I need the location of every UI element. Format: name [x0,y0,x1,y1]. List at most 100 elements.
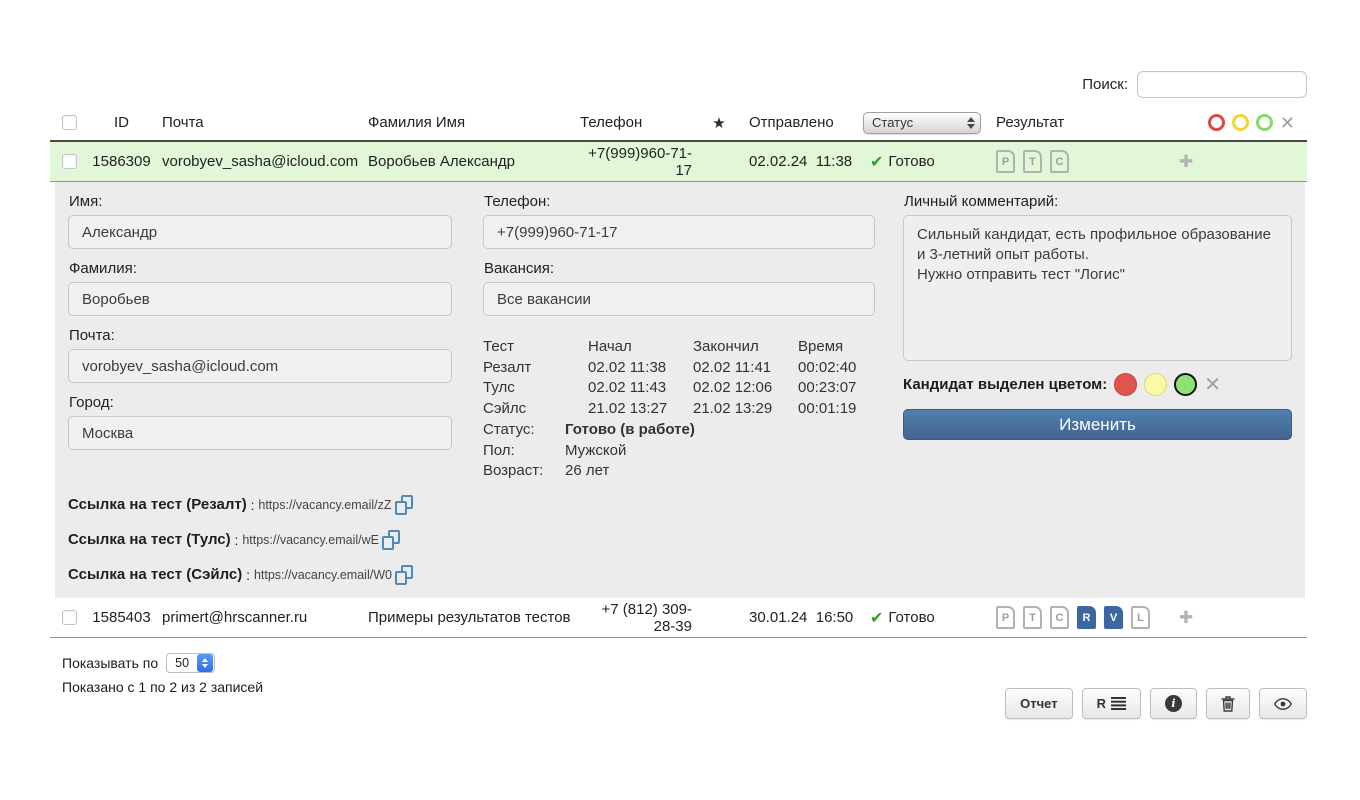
row2-name: Примеры результатов тестов [360,609,572,626]
edit-button[interactable]: Изменить [903,409,1292,440]
test-row-end: 21.02 13:29 [693,399,798,420]
view-button[interactable] [1259,688,1307,719]
test-row-start: 02.02 11:43 [588,378,693,399]
test-link-label: Ссылка на тест (Резалт) [68,496,247,513]
test-row-name: Резалт [483,358,588,379]
candidate-detail-panel: Имя: Фамилия: Почта: Город: Телефон: Вак… [55,182,1305,598]
first-name-field[interactable] [68,215,452,249]
comment-textarea[interactable]: Сильный кандидат, есть профильное образо… [903,215,1292,361]
test-link-url[interactable]: https://vacancy.email/zZ [258,498,391,512]
last-name-field[interactable] [68,282,452,316]
row2-sent: 30.01.24 16:50 [742,609,856,626]
row1-checkbox[interactable] [62,154,77,169]
copy-link-icon[interactable] [395,565,413,585]
city-label: Город: [69,394,452,411]
header-email[interactable]: Почта [155,114,360,131]
test-link-tuls: Ссылка на тест (Тулс) : https://vacancy.… [68,529,413,550]
filter-green-circle-icon[interactable] [1256,114,1273,131]
link-separator: : [231,532,243,548]
candidate-color-row: Кандидат выделен цветом: ✕ [903,373,1292,396]
report-button[interactable]: Отчет [1005,688,1072,719]
select-all-checkbox[interactable] [62,115,77,130]
row1-name: Воробьев Александр [360,153,572,170]
filter-clear-icon[interactable]: ✕ [1280,114,1295,132]
header-phone[interactable]: Телефон [572,114,696,131]
test-link-label: Ссылка на тест (Тулс) [68,531,231,548]
table-header-row: ID Почта Фамилия Имя Телефон ★ Отправлен… [50,105,1307,142]
test-link-sails: Ссылка на тест (Сэйлс) : https://vacancy… [68,564,413,585]
eye-icon [1274,698,1292,710]
test-link-url[interactable]: https://vacancy.email/wE [242,533,379,547]
header-name[interactable]: Фамилия Имя [360,114,572,131]
header-id[interactable]: ID [88,114,155,131]
test-row-name: Сэйлс [483,399,588,420]
row2-status: ✔ Готово [856,608,988,628]
filter-yellow-circle-icon[interactable] [1232,114,1249,131]
mark-yellow-circle-icon[interactable] [1144,373,1167,396]
last-name-label: Фамилия: [69,260,452,277]
city-field[interactable] [68,416,452,450]
mark-clear-icon[interactable]: ✕ [1204,375,1221,395]
test-link-url[interactable]: https://vacancy.email/W0 [254,568,392,582]
check-icon: ✔ [870,152,883,172]
test-report-l-icon[interactable]: L [1131,606,1150,629]
phone-field[interactable] [483,215,875,249]
per-page-select[interactable]: 50 [166,653,215,673]
vacancy-label: Вакансия: [484,260,875,277]
row2-checkbox-cell [50,610,88,625]
test-row-start: 02.02 11:38 [588,358,693,379]
test-links-block: Ссылка на тест (Резалт) : https://vacanc… [68,494,413,599]
test-report-t-icon[interactable]: T [1023,150,1042,173]
info-button[interactable]: i [1150,688,1197,719]
detail-middle-column: Телефон: Вакансия: Тест Начал Закончил В… [483,191,875,482]
test-report-p-icon[interactable]: P [996,150,1015,173]
copy-link-icon[interactable] [395,495,413,515]
header-status-cell: Статус [856,112,988,134]
row1-id: 1586309 [88,153,155,170]
link-separator: : [242,567,254,583]
vacancy-field[interactable] [483,282,875,316]
test-report-v-icon[interactable]: V [1104,606,1123,629]
first-name-label: Имя: [69,193,452,210]
add-test-icon[interactable]: ✚ [1179,152,1193,172]
add-test-icon[interactable]: ✚ [1179,608,1193,628]
row2-checkbox[interactable] [62,610,77,625]
email-field[interactable] [68,349,452,383]
per-page-control: Показывать по 50 [62,653,215,673]
age-label: Возраст: [483,461,565,482]
header-sent[interactable]: Отправлено [742,114,856,131]
search-input[interactable] [1137,71,1307,98]
status-filter-select[interactable]: Статус [863,112,981,134]
detail-left-column: Имя: Фамилия: Почта: Город: [68,191,452,450]
r-list-label: R [1097,696,1106,711]
status-value: Готово (в работе) [565,420,695,441]
link-separator: : [247,497,259,513]
test-report-r-icon[interactable]: R [1077,606,1096,629]
row2-test-reports: P T C R V L [988,606,1165,629]
status-line: Статус: Готово (в работе) [483,420,875,441]
copy-link-icon[interactable] [382,530,400,550]
filter-red-circle-icon[interactable] [1208,114,1225,131]
table-row-1585403[interactable]: 1585403 primert@hrscanner.ru Примеры рез… [50,598,1307,638]
table-row-1586309[interactable]: 1586309 vorobyev_sasha@icloud.com Воробь… [50,142,1307,182]
mark-red-circle-icon[interactable] [1114,373,1137,396]
test-report-p-icon[interactable]: P [996,606,1015,629]
page: Поиск: ID Почта Фамилия Имя Телефон ★ От… [0,0,1360,800]
stepper-arrows-icon [197,654,213,672]
records-info: Показано с 1 по 2 из 2 записей [62,679,263,695]
mark-green-circle-icon[interactable] [1174,373,1197,396]
tests-col-finished: Закончил [693,337,798,358]
delete-button[interactable] [1206,688,1250,719]
r-list-button[interactable]: R [1082,688,1141,719]
row2-id: 1585403 [88,609,155,626]
test-report-c-icon[interactable]: C [1050,150,1069,173]
test-report-c-icon[interactable]: C [1050,606,1069,629]
test-row-name: Тулс [483,378,588,399]
info-icon: i [1165,695,1182,712]
star-column-icon[interactable]: ★ [696,114,742,132]
row2-phone: +7 (812) 309-28-39 [572,601,696,635]
test-report-t-icon[interactable]: T [1023,606,1042,629]
row1-checkbox-cell [50,154,88,169]
gender-label: Пол: [483,441,565,462]
search-bar: Поиск: [1082,71,1307,98]
